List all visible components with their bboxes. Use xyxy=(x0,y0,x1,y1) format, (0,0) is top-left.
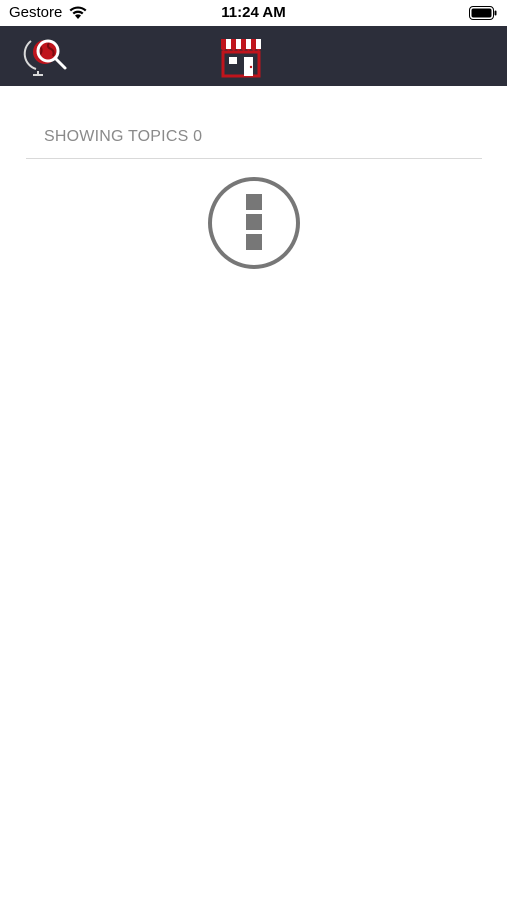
more-vertical-circle-icon xyxy=(208,177,300,269)
showing-topics-label: SHOWING TOPICS 0 xyxy=(44,128,203,145)
search-globe-icon[interactable] xyxy=(22,35,70,77)
navigation-bar xyxy=(0,26,507,86)
main-content: SHOWING TOPICS 0 xyxy=(0,86,507,900)
topics-header: SHOWING TOPICS 0 xyxy=(26,86,482,159)
status-bar: Gestore 11:24 AM xyxy=(0,0,507,26)
battery-icon xyxy=(469,6,497,20)
store-icon[interactable] xyxy=(218,36,264,78)
status-time: 11:24 AM xyxy=(221,4,286,21)
